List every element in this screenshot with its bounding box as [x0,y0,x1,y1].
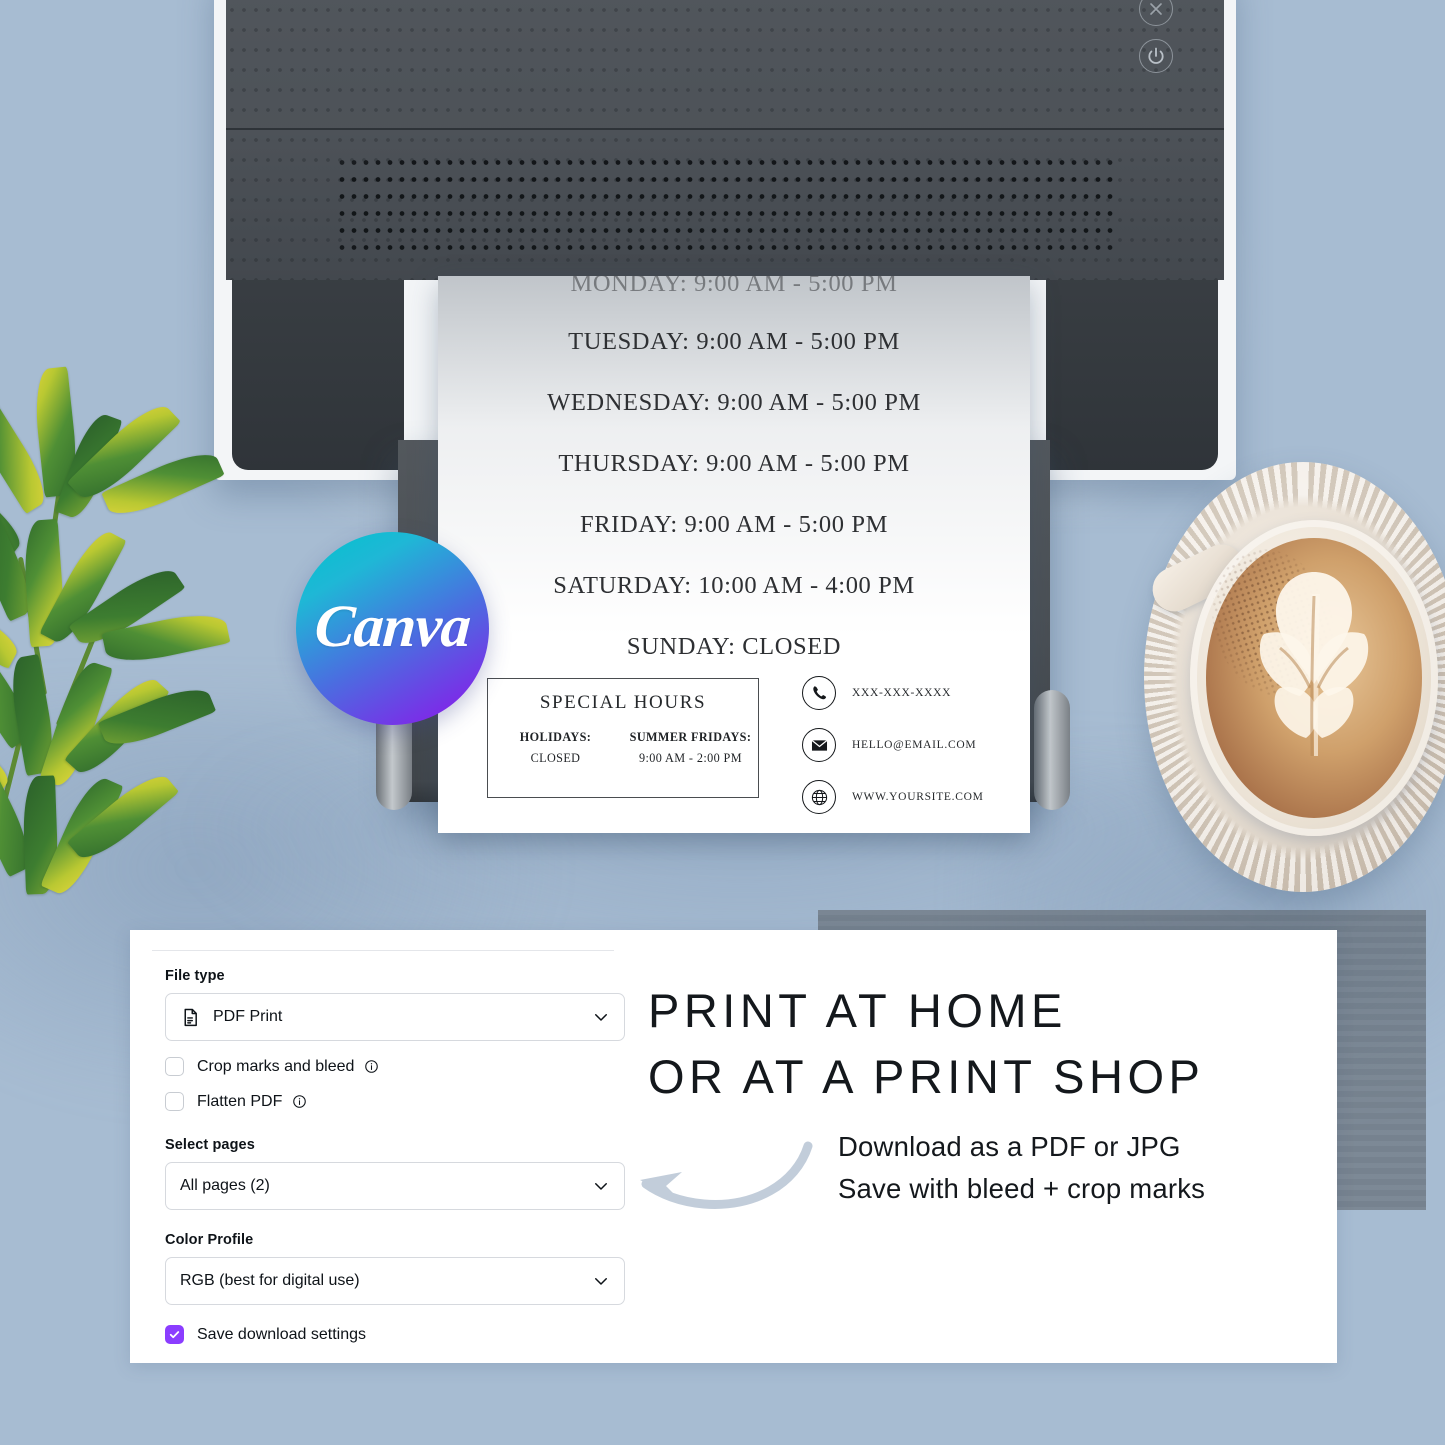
page-footer: SPECIAL HOURS HOLIDAYS: CLOSED SUMMER FR… [438,674,1030,833]
special-hours-value: CLOSED [530,751,581,765]
screenshot-root: MONDAY: 9:00 AM - 5:00 PM TUESDAY: 9:00 … [0,0,1445,1445]
curved-arrow-left-icon [608,1136,818,1226]
crop-marks-checkbox[interactable] [165,1057,184,1076]
email-icon [802,728,836,762]
latte-cup-and-saucer [1144,452,1445,922]
canva-wordmark: Canva [312,593,473,659]
special-hours-heading: SUMMER FRIDAYS: [629,730,752,744]
globe-icon [802,780,836,814]
chevron-down-icon [592,1008,610,1026]
flatten-pdf-label: Flatten PDF [197,1092,283,1110]
printed-business-hours-sheet: MONDAY: 9:00 AM - 5:00 PM TUESDAY: 9:00 … [438,276,1030,833]
color-profile-select[interactable]: RGB (best for digital use) [165,1257,625,1305]
flatten-pdf-option[interactable]: Flatten PDF [165,1092,625,1111]
houseplant [0,360,280,920]
download-settings-card: File type PDF Print Crop marks and bleed [130,930,1337,1363]
promo-headline-line1: PRINT AT HOME [648,984,1067,1037]
hours-row: THURSDAY: 9:00 AM - 5:00 PM [558,450,910,477]
special-hours-column: SUMMER FRIDAYS: 9:00 AM - 2:00 PM [624,730,756,766]
special-hours-box: SPECIAL HOURS HOLIDAYS: CLOSED SUMMER FR… [487,678,759,798]
printer-roller-right [1034,690,1070,810]
promo-sub-line1: Download as a PDF or JPG [838,1131,1181,1162]
power-icon[interactable] [1139,39,1173,73]
select-pages-label: Select pages [165,1137,255,1153]
download-settings-form: File type PDF Print Crop marks and bleed [165,968,625,1344]
printer-vent-dots-dark [336,154,1116,262]
info-icon[interactable] [292,1094,307,1109]
special-hours-value: 9:00 AM - 2:00 PM [639,751,742,765]
canva-logo-badge: Canva [296,532,489,725]
promo-subcopy: Download as a PDF or JPG Save with bleed… [838,1126,1438,1210]
save-download-settings-option[interactable]: Save download settings [165,1325,625,1344]
hours-row: WEDNESDAY: 9:00 AM - 5:00 PM [547,389,921,416]
file-type-select[interactable]: PDF Print [165,993,625,1041]
phone-icon [802,676,836,710]
file-type-value: PDF Print [213,1008,283,1025]
hours-list: MONDAY: 9:00 AM - 5:00 PM TUESDAY: 9:00 … [438,276,1030,694]
special-hours-heading: HOLIDAYS: [519,730,592,744]
crop-marks-option[interactable]: Crop marks and bleed [165,1057,625,1076]
contact-row-email: HELLO@EMAIL.COM [802,728,1022,762]
promo-headline-line2: OR AT A PRINT SHOP [648,1049,1205,1103]
save-download-settings-label: Save download settings [197,1325,366,1343]
contact-website-text: WWW.YOURSITE.COM [852,791,984,803]
contact-row-website: WWW.YOURSITE.COM [802,780,1022,814]
card-divider [152,950,614,951]
crop-marks-label: Crop marks and bleed [197,1057,355,1075]
hours-row: FRIDAY: 9:00 AM - 5:00 PM [580,511,888,538]
hours-row: SUNDAY: CLOSED [626,633,842,660]
save-download-settings-checkbox[interactable] [165,1325,184,1344]
latte-art [1259,572,1369,757]
promo-sub-line2: Save with bleed + crop marks [838,1172,1206,1204]
contact-block: XXX-XXX-XXXX HELLO@EMAIL.COM WWW.YOURSIT… [802,676,1022,832]
chevron-down-icon [592,1272,610,1290]
info-icon[interactable] [364,1059,379,1074]
special-hours-column: HOLIDAYS: CLOSED [489,730,621,766]
contact-phone-text: XXX-XXX-XXXX [852,687,952,699]
select-pages-value: All pages (2) [180,1177,270,1194]
file-type-label: File type [165,968,225,984]
contact-email-text: HELLO@EMAIL.COM [852,739,977,751]
color-profile-value: RGB (best for digital use) [180,1272,360,1289]
hours-row: TUESDAY: 9:00 AM - 5:00 PM [568,328,900,355]
special-hours-columns: HOLIDAYS: CLOSED SUMMER FRIDAYS: 9:00 AM… [488,730,758,766]
document-icon [180,1007,201,1028]
hours-row: SATURDAY: 10:00 AM - 4:00 PM [553,572,915,599]
select-pages-select[interactable]: All pages (2) [165,1162,625,1210]
contact-row-phone: XXX-XXX-XXXX [802,676,1022,710]
special-hours-title: SPECIAL HOURS [539,692,707,713]
printer-front-vent [226,128,1224,280]
promo-headline: PRINT AT HOME OR AT A PRINT SHOP [648,978,1308,1110]
hours-row-clipped: MONDAY: 9:00 AM - 5:00 PM [570,276,898,297]
flatten-pdf-checkbox[interactable] [165,1092,184,1111]
color-profile-label: Color Profile [165,1232,254,1248]
